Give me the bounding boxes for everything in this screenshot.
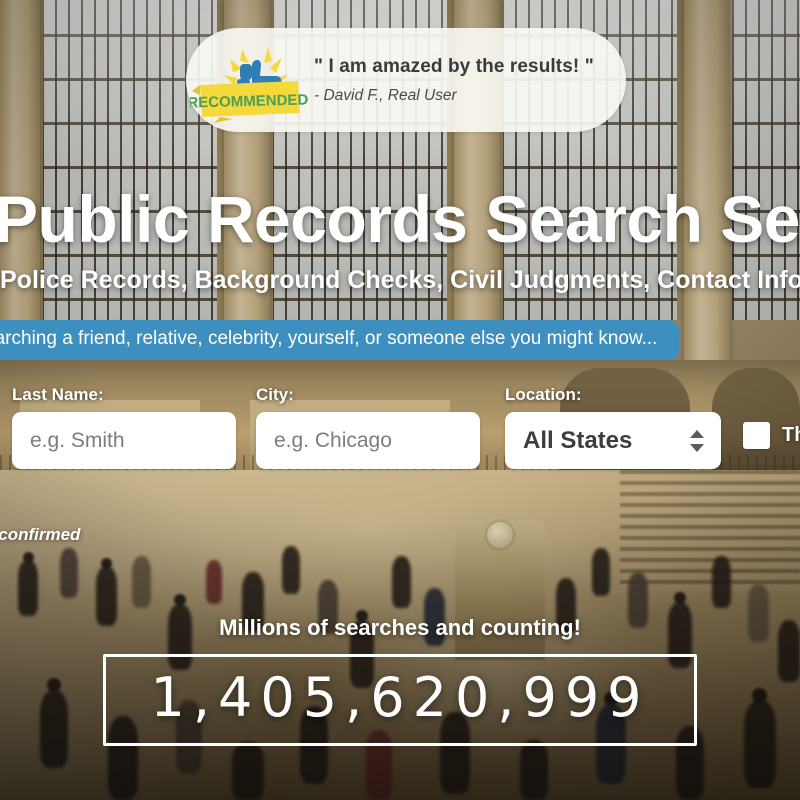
- location-select[interactable]: All States: [505, 412, 721, 469]
- this-is-me-label: This is me: [782, 424, 800, 446]
- this-is-me-checkbox[interactable]: [743, 422, 770, 449]
- search-prompt-banner: Try searching a friend, relative, celebr…: [0, 320, 680, 360]
- disclaimer-text: Information is not confirmed: [0, 525, 81, 544]
- city-input[interactable]: [256, 412, 480, 469]
- field-location: Location: All States: [505, 385, 721, 469]
- counter-value: 1,405,620,999: [150, 666, 650, 729]
- testimonial-text: " I am amazed by the results! " - David …: [310, 56, 594, 105]
- prompt-row: Try searching a friend, relative, celebr…: [0, 320, 800, 360]
- counter-box: 1,405,620,999: [103, 654, 697, 746]
- field-last-name: Last Name:: [12, 385, 236, 469]
- city-label: City:: [256, 385, 294, 404]
- page-root: RECOMMENDED " I am amazed by the results…: [0, 0, 800, 800]
- location-label: Location:: [505, 385, 582, 404]
- location-selected-value: All States: [523, 426, 633, 454]
- counter-caption: Millions of searches and counting!: [219, 615, 581, 640]
- recommended-badge: RECOMMENDED: [190, 37, 310, 123]
- testimonial-card: RECOMMENDED " I am amazed by the results…: [186, 28, 626, 132]
- last-name-label: Last Name:: [12, 385, 104, 404]
- thumbs-up-icon: RECOMMENDED: [190, 47, 309, 123]
- testimonial-quote: " I am amazed by the results! ": [314, 55, 594, 77]
- this-is-me-group[interactable]: This is me: [743, 422, 800, 449]
- content-layer: RECOMMENDED " I am amazed by the results…: [0, 0, 800, 800]
- search-form: Last Name: City: Location: All States: [12, 385, 800, 469]
- hero-section: Public Records Search Services Police Re…: [0, 186, 800, 295]
- field-city: City:: [256, 385, 480, 469]
- page-title: Public Records Search Services: [0, 182, 800, 256]
- badge-label: RECOMMENDED: [190, 91, 309, 111]
- search-counter: Millions of searches and counting! 1,405…: [0, 615, 800, 746]
- testimonial-author: - David F., Real User: [314, 86, 457, 104]
- updown-arrows-icon: [690, 429, 704, 452]
- last-name-input[interactable]: [12, 412, 236, 469]
- page-subtitle: Police Records, Background Checks, Civil…: [0, 266, 800, 294]
